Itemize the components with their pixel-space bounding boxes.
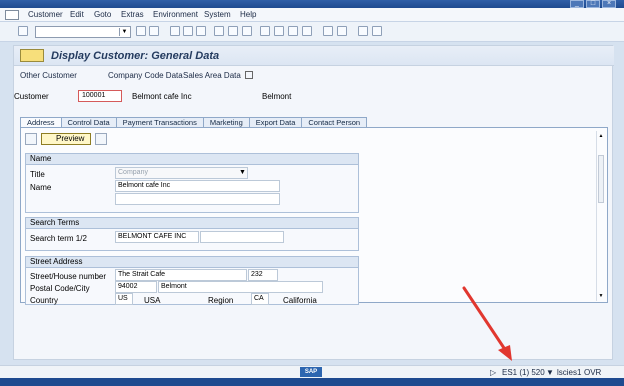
insert-mode: OVR	[584, 368, 602, 377]
shortcut-icon[interactable]	[337, 26, 347, 36]
tab-contact-person[interactable]: Contact Person	[301, 117, 368, 127]
document-icon[interactable]	[245, 71, 253, 79]
system-toolbar: ▼	[0, 22, 624, 42]
display-icon	[20, 49, 44, 62]
country-name: USA	[144, 296, 161, 305]
street-field[interactable]: The Strait Cafe	[115, 269, 247, 281]
region-name: California	[283, 296, 317, 305]
company-code-data-button[interactable]: Company Code Data	[108, 71, 183, 80]
status-bar: SAP ▷ ES1 (1) 520 ▼ lscies1 OVR	[0, 365, 624, 378]
search-term-label: Search term 1/2	[30, 234, 87, 243]
first-page-icon[interactable]	[260, 26, 270, 36]
street-address-header: Street Address	[26, 257, 358, 268]
name-field-1[interactable]: Belmont cafe Inc	[115, 180, 280, 192]
cancel-icon[interactable]	[196, 26, 206, 36]
back-arrow-icon[interactable]	[136, 26, 146, 36]
customer-number-field[interactable]: 100001	[78, 90, 122, 102]
tab-payment-transactions[interactable]: Payment Transactions	[115, 117, 204, 127]
minimize-icon[interactable]: _	[570, 0, 584, 8]
customer-label: Customer	[14, 92, 49, 101]
customer-city: Belmont	[262, 92, 292, 101]
exit-icon[interactable]	[183, 26, 193, 36]
scroll-up-icon[interactable]: ▲	[598, 133, 604, 139]
name-field-2[interactable]	[115, 193, 280, 205]
vertical-scrollbar[interactable]: ▲ ▼	[596, 131, 604, 301]
region-label: Region	[208, 296, 234, 305]
application-toolbar: Other Customer Company Code Data Sales A…	[14, 66, 614, 84]
region-code-field[interactable]: CA	[251, 293, 269, 305]
search-term-2-field[interactable]	[200, 231, 284, 243]
postal-city-label: Postal Code/City	[30, 284, 90, 293]
main-screen: Display Customer: General Data Other Cus…	[13, 45, 614, 360]
preview-button[interactable]: Preview	[41, 133, 92, 145]
scroll-down-icon[interactable]: ▼	[598, 293, 604, 299]
tab-control-data[interactable]: Control Data	[60, 117, 117, 127]
enter-icon[interactable]	[18, 26, 28, 36]
other-customer-button[interactable]: Other Customer	[20, 71, 77, 80]
last-page-icon[interactable]	[302, 26, 312, 36]
find-next-icon[interactable]	[242, 26, 252, 36]
print-icon[interactable]	[214, 26, 224, 36]
window-controls: _ □ ×	[570, 0, 616, 8]
customer-name: Belmont cafe Inc	[132, 92, 192, 101]
sap-menu-icon[interactable]	[5, 10, 19, 20]
menu-extras[interactable]: Extras	[121, 10, 144, 19]
postal-code-field[interactable]: 94002	[115, 281, 157, 293]
windows-bottom-band	[0, 378, 624, 386]
title-label: Title	[30, 170, 45, 179]
scrollbar-thumb[interactable]	[598, 155, 604, 203]
page-title: Display Customer: General Data	[51, 50, 220, 62]
chevron-down-icon[interactable]: ▼	[546, 368, 554, 377]
tab-marketing[interactable]: Marketing	[202, 117, 250, 127]
close-icon[interactable]: ×	[602, 0, 616, 8]
communication-icon[interactable]	[25, 133, 37, 145]
maximize-icon[interactable]: □	[586, 0, 600, 8]
menu-help[interactable]: Help	[240, 10, 256, 19]
window-titlebar: _ □ ×	[0, 0, 624, 8]
country-label: Country	[30, 296, 59, 305]
search-term-1-field[interactable]: BELMONT CAFE INC	[115, 231, 199, 243]
title-area: Display Customer: General Data	[14, 46, 614, 66]
tab-export-data[interactable]: Export Data	[248, 117, 303, 127]
international-versions-icon[interactable]	[95, 133, 108, 145]
find-icon[interactable]	[228, 26, 238, 36]
server-name: lscies1	[557, 368, 582, 377]
menu-edit[interactable]: Edit	[70, 10, 84, 19]
sales-area-data-button[interactable]: Sales Area Data	[183, 71, 241, 80]
street-label: Street/House number	[30, 272, 107, 281]
country-code-field[interactable]: US	[115, 293, 133, 305]
chevron-down-icon[interactable]: ▼	[239, 169, 246, 176]
search-terms-group: Search Terms Search term 1/2 BELMONT CAF…	[25, 217, 359, 251]
system-info[interactable]: ES1 (1) 520	[502, 368, 545, 377]
house-number-field[interactable]: 232	[248, 269, 278, 281]
city-field[interactable]: Belmont	[158, 281, 323, 293]
save-icon[interactable]	[149, 26, 159, 36]
address-panel: Preview Name Title Company ▼ Name Belmon…	[20, 127, 608, 305]
menu-bar: Customer Edit Goto Extras Environment Sy…	[0, 8, 624, 22]
next-page-icon[interactable]	[288, 26, 298, 36]
back-icon[interactable]	[170, 26, 180, 36]
menu-system[interactable]: System	[204, 10, 231, 19]
tabstrip: Address Control Data Payment Transaction…	[20, 117, 368, 128]
sap-logo: SAP	[300, 367, 322, 377]
previous-page-icon[interactable]	[274, 26, 284, 36]
panel-toolbar: Preview	[25, 133, 108, 145]
customer-header: Customer 100001 Belmont cafe Inc Belmont	[14, 90, 614, 106]
command-field[interactable]: ▼	[35, 26, 131, 38]
new-session-icon[interactable]	[323, 26, 333, 36]
layout-icon[interactable]	[372, 26, 382, 36]
menu-customer[interactable]: Customer	[28, 10, 63, 19]
menu-goto[interactable]: Goto	[94, 10, 111, 19]
name-label: Name	[30, 183, 52, 192]
search-terms-header: Search Terms	[26, 218, 358, 229]
menu-environment[interactable]: Environment	[153, 10, 198, 19]
title-field[interactable]: Company	[115, 167, 248, 179]
help-icon[interactable]	[358, 26, 368, 36]
name-group: Name Title Company ▼ Name Belmont cafe I…	[25, 153, 359, 213]
triangle-right-icon[interactable]: ▷	[490, 368, 496, 377]
chevron-down-icon[interactable]: ▼	[119, 28, 129, 36]
name-group-header: Name	[26, 154, 358, 165]
street-address-group: Street Address Street/House number The S…	[25, 256, 359, 305]
